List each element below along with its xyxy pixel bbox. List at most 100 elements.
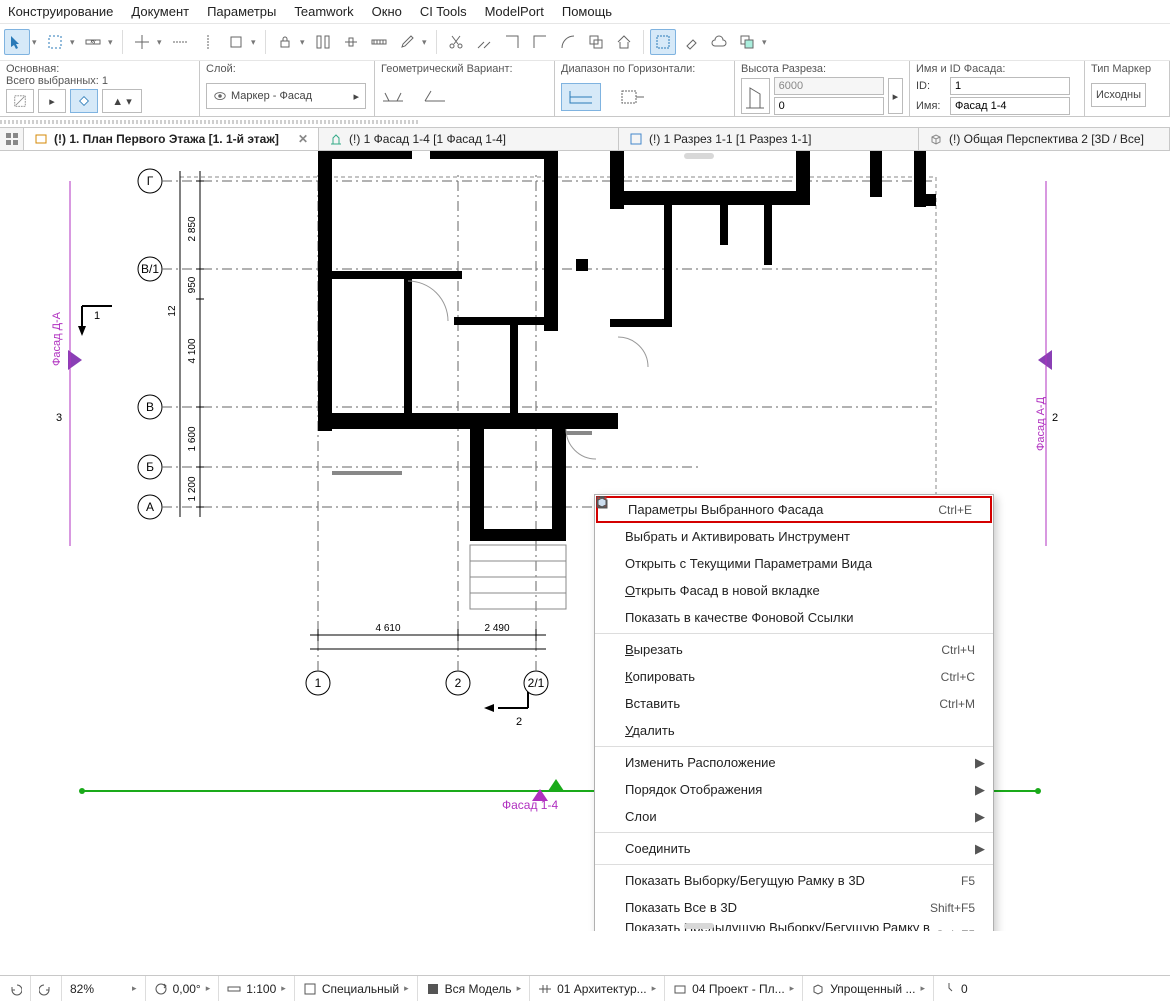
context-menu-item[interactable]: ВставитьCtrl+М — [595, 690, 993, 717]
model-selector[interactable]: Вся Модель▸ — [418, 976, 530, 1001]
context-menu-item[interactable]: Соединить▶ — [595, 835, 993, 862]
menu-bar: Конструирование Документ Параметры Teamw… — [0, 0, 1170, 23]
marquee-tool-icon[interactable] — [42, 29, 68, 55]
dimension-icon[interactable] — [338, 29, 364, 55]
measure-icon[interactable] — [310, 29, 336, 55]
default-button[interactable]: Исходны — [1091, 83, 1146, 107]
dropdown-options[interactable]: ▸ — [38, 89, 66, 113]
zoom-label[interactable]: 82%▸ — [62, 976, 146, 1001]
context-menu-item[interactable]: Порядок Отображения▶ — [595, 776, 993, 803]
close-icon[interactable]: ✕ — [298, 132, 308, 146]
zero-value-field[interactable] — [774, 97, 884, 115]
dropdown-icon[interactable]: ▾ — [108, 37, 116, 48]
project-selector[interactable]: 04 Проект - Пл...▸ — [665, 976, 803, 1001]
triangle-icon[interactable]: ▲ ▾ — [102, 89, 142, 113]
render-mode-selector[interactable]: Упрощенный ...▸ — [803, 976, 934, 1001]
vertical-guide-icon[interactable] — [195, 29, 221, 55]
scroll-grip-bottom[interactable] — [684, 923, 714, 929]
dropper-icon[interactable] — [394, 29, 420, 55]
expand-icon[interactable]: ▸ — [888, 78, 903, 114]
context-menu-item[interactable]: КопироватьCtrl+C — [595, 663, 993, 690]
extend-icon[interactable] — [471, 29, 497, 55]
ruler-icon[interactable] — [366, 29, 392, 55]
arrow-tool-icon[interactable] — [4, 29, 30, 55]
tab-label: (!) 1. План Первого Этажа [1. 1-й этаж] — [54, 132, 279, 146]
context-menu-item[interactable]: Слои▶ — [595, 803, 993, 830]
tab-3d[interactable]: (!) Общая Перспектива 2 [3D / Все] — [919, 128, 1170, 150]
arch-selector[interactable]: 01 Архитектур...▸ — [530, 976, 665, 1001]
context-menu-item[interactable]: Выбрать и Активировать Инструмент — [595, 523, 993, 550]
scale-selector[interactable]: 1:100▸ — [219, 976, 295, 1001]
tab-bar: (!) 1. План Первого Этажа [1. 1-й этаж] … — [0, 127, 1170, 151]
context-menu-item[interactable]: Удалить — [595, 717, 993, 744]
snap-icon[interactable] — [129, 29, 155, 55]
lock-icon[interactable] — [272, 29, 298, 55]
box-icon[interactable] — [223, 29, 249, 55]
geom-variant-2-icon[interactable] — [423, 83, 447, 103]
grip-bar[interactable] — [0, 117, 1170, 127]
menu-item[interactable]: CI Tools — [420, 4, 467, 19]
dropdown-icon[interactable]: ▾ — [251, 37, 259, 48]
context-menu-item[interactable]: Изменить Расположение▶ — [595, 749, 993, 776]
tab-elevation[interactable]: (!) 1 Фасад 1-4 [1 Фасад 1-4] — [319, 128, 619, 150]
cut-icon[interactable] — [443, 29, 469, 55]
context-menu-item[interactable]: Показать Выборку/Бегущую Рамку в 3DF5 — [595, 867, 993, 894]
main-toolbar: ▾ ▾ xy▾ ▾ ▾ ▾ ▾ ▾ — [0, 23, 1170, 61]
menu-item[interactable]: Конструирование — [8, 4, 113, 19]
name-field[interactable] — [950, 97, 1070, 115]
trim-icon[interactable] — [499, 29, 525, 55]
offset-icon[interactable] — [583, 29, 609, 55]
context-menu-item[interactable]: Открыть с Текущими Параметрами Вида — [595, 550, 993, 577]
selection-mode-icon[interactable] — [650, 29, 676, 55]
boolean-icon[interactable] — [734, 29, 760, 55]
tab-label: (!) 1 Разрез 1-1 [1 Разрез 1-1] — [649, 132, 812, 146]
grid-tool-icon[interactable]: xy — [80, 29, 106, 55]
corner-icon[interactable] — [527, 29, 553, 55]
menu-item[interactable]: Teamwork — [294, 4, 353, 19]
dropdown-icon[interactable]: ▾ — [32, 37, 40, 48]
menu-item[interactable]: Документ — [131, 4, 189, 19]
menu-item[interactable]: Помощь — [562, 4, 612, 19]
arc-icon[interactable] — [555, 29, 581, 55]
context-menu-item[interactable]: Параметры Выбранного ФасадаCtrl+E — [596, 496, 992, 523]
range-option-2[interactable] — [613, 83, 653, 111]
deselect-icon[interactable] — [6, 89, 34, 113]
section-icon[interactable] — [741, 78, 770, 114]
range-option-1[interactable] — [561, 83, 601, 111]
home-icon[interactable] — [611, 29, 637, 55]
context-menu-item[interactable]: Открыть Фасад в новой вкладке — [595, 577, 993, 604]
menu-item[interactable]: Окно — [372, 4, 402, 19]
menu-item[interactable]: ModelPort — [485, 4, 544, 19]
dropdown-icon[interactable]: ▾ — [70, 37, 78, 48]
cloud-icon[interactable] — [706, 29, 732, 55]
redo-button[interactable] — [31, 976, 62, 1001]
svg-text:2/1: 2/1 — [528, 676, 545, 690]
special-selector[interactable]: Специальный▸ — [295, 976, 418, 1001]
range-label: Диапазон по Горизонтали: — [561, 63, 728, 75]
height-label: Высота Разреза: — [741, 63, 903, 75]
undo-button[interactable] — [0, 976, 31, 1001]
dropdown-icon[interactable]: ▾ — [762, 37, 770, 48]
layer-selector[interactable]: Маркер - Фасад ▸ — [206, 83, 366, 109]
grid-view-icon[interactable] — [0, 128, 24, 150]
eraser-icon[interactable] — [678, 29, 704, 55]
dropdown-icon[interactable]: ▾ — [157, 37, 165, 48]
bucket-icon[interactable] — [70, 89, 98, 113]
id-field[interactable] — [950, 77, 1070, 95]
snap-zero[interactable]: 0 — [934, 976, 976, 1001]
context-menu-item[interactable]: Показать Предыдущую Выборку/Бегущую Рамк… — [595, 921, 993, 931]
menu-item[interactable]: Параметры — [207, 4, 276, 19]
guide-icon[interactable] — [167, 29, 193, 55]
tab-plan[interactable]: (!) 1. План Первого Этажа [1. 1-й этаж] … — [24, 128, 319, 150]
geom-variant-1-icon[interactable] — [381, 83, 405, 103]
context-menu-item[interactable]: Показать в качестве Фоновой Ссылки — [595, 604, 993, 631]
rotate-button[interactable]: 0,00°▸ — [146, 976, 220, 1001]
svg-text:Фасад Д-А: Фасад Д-А — [51, 311, 63, 366]
context-menu-item[interactable]: ВырезатьCtrl+Ч — [595, 636, 993, 663]
height-value-field — [774, 77, 884, 95]
drawing-canvas[interactable]: Фасад 1-4 Фасад Д-А 3 Фасад А-Д 2 1 2 Г … — [0, 151, 1170, 931]
tab-section[interactable]: (!) 1 Разрез 1-1 [1 Разрез 1-1] — [619, 128, 919, 150]
context-menu-item[interactable]: Показать Все в 3DShift+F5 — [595, 894, 993, 921]
dropdown-icon[interactable]: ▾ — [300, 37, 308, 48]
dropdown-icon[interactable]: ▾ — [422, 37, 430, 48]
